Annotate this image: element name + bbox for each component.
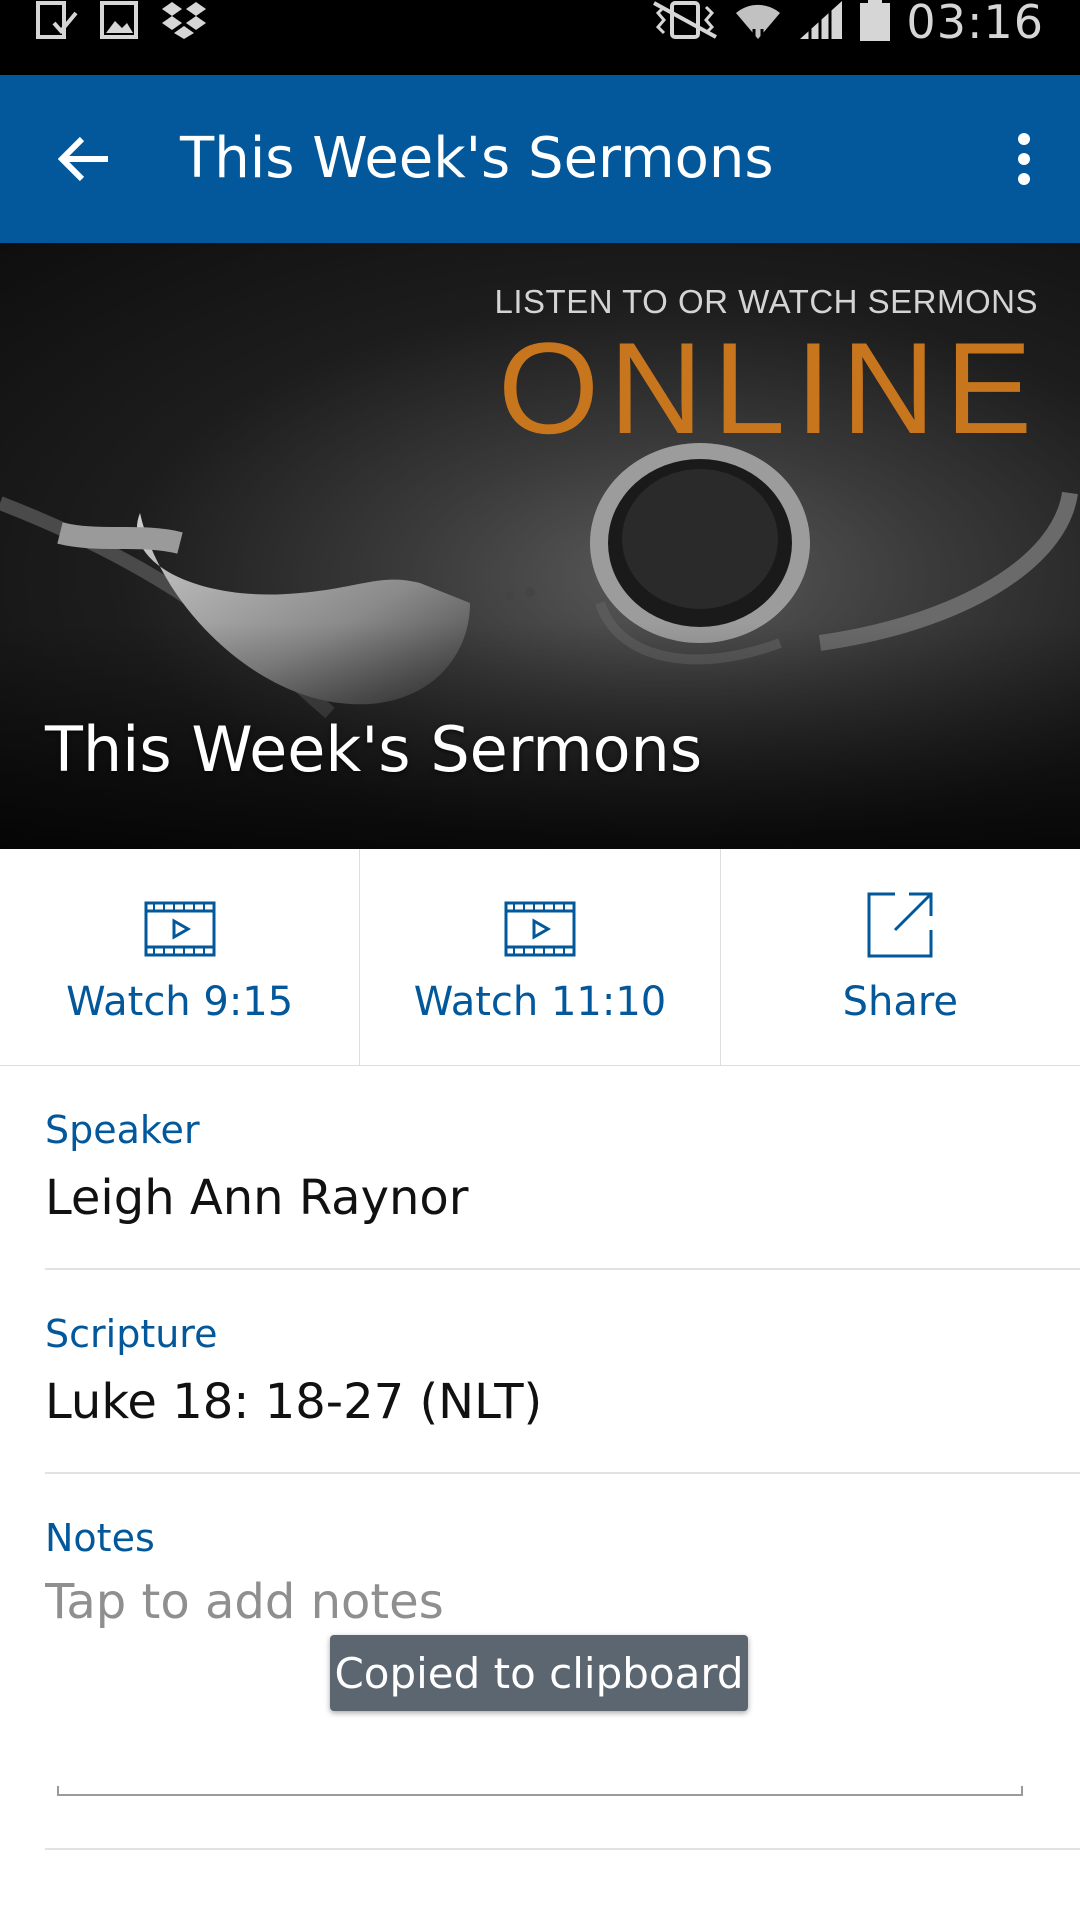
watch-915-label: Watch 9:15	[66, 979, 294, 1025]
more-vertical-icon	[1018, 133, 1030, 185]
speaker-label: Speaker	[45, 1108, 200, 1152]
status-system-icons: 03:16	[650, 0, 1044, 49]
back-button[interactable]	[40, 119, 128, 199]
speaker-value: Leigh Ann Raynor	[45, 1170, 469, 1226]
wifi-icon	[734, 0, 782, 45]
notes-input[interactable]	[45, 1574, 1005, 1630]
video-play-icon	[144, 901, 216, 957]
gallery-icon	[100, 1, 138, 43]
sermon-banner: LISTEN TO OR WATCH SERMONS ONLINE This W…	[0, 243, 1080, 849]
share-external-icon	[864, 892, 936, 958]
status-bar: 03:16	[0, 0, 1080, 75]
overflow-menu-button[interactable]	[992, 119, 1056, 199]
battery-icon	[858, 0, 892, 46]
banner-title: This Week's Sermons	[45, 713, 703, 786]
signal-icon	[796, 0, 844, 45]
action-row: Watch 9:15 Watch 11:10 Share	[0, 849, 1080, 1066]
watch-915-button[interactable]: Watch 9:15	[0, 849, 361, 1065]
page-title: This Week's Sermons	[180, 126, 774, 191]
status-notifications	[36, 0, 208, 44]
toast-message: Copied to clipboard	[334, 1648, 744, 1698]
banner-headline: ONLINE	[497, 315, 1042, 461]
status-time: 03:16	[906, 0, 1044, 49]
share-button[interactable]: Share	[721, 849, 1080, 1065]
scripture-field[interactable]: Scripture Luke 18: 18-27 (NLT)	[45, 1270, 1080, 1474]
video-play-icon	[504, 901, 576, 957]
vibrate-icon	[650, 1, 720, 43]
dropbox-icon	[160, 0, 208, 44]
speaker-field: Speaker Leigh Ann Raynor	[45, 1066, 1080, 1270]
share-label: Share	[842, 979, 959, 1025]
notes-input-underline	[57, 1786, 1023, 1796]
arrow-back-icon	[58, 136, 108, 182]
notes-label: Notes	[45, 1516, 155, 1560]
scripture-value[interactable]: Luke 18: 18-27 (NLT)	[45, 1374, 542, 1430]
app-bar: This Week's Sermons	[0, 75, 1080, 243]
download-done-icon	[36, 1, 78, 43]
scripture-label: Scripture	[45, 1312, 218, 1356]
watch-1110-button[interactable]: Watch 11:10	[360, 849, 721, 1065]
watch-1110-label: Watch 11:10	[413, 979, 667, 1025]
toast: Copied to clipboard	[330, 1635, 748, 1711]
